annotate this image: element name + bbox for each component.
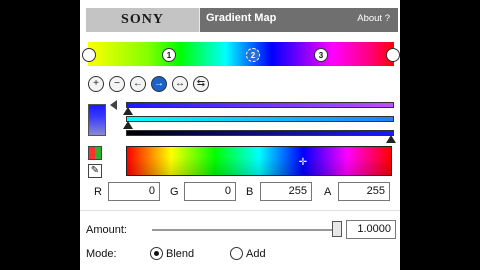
palette-icon[interactable] xyxy=(88,146,102,160)
red-label: R xyxy=(94,186,102,198)
gradient-stop-end-left[interactable] xyxy=(82,48,96,62)
hue-slider[interactable] xyxy=(126,102,394,108)
about-button[interactable]: About ? xyxy=(357,13,390,24)
value-slider[interactable] xyxy=(126,130,394,136)
saturation-slider[interactable] xyxy=(126,116,394,122)
value-slider-thumb[interactable] xyxy=(386,135,396,143)
eyedropper-icon[interactable]: ✎ xyxy=(88,164,102,178)
amount-slider[interactable] xyxy=(152,229,338,231)
hue-slider-thumb[interactable] xyxy=(123,107,133,115)
plugin-header: SONY Gradient Map About ? xyxy=(86,8,398,32)
gradient-stop-3[interactable]: 3 xyxy=(314,48,328,62)
amount-field[interactable]: 1.0000 xyxy=(346,220,396,239)
remove-stop-icon[interactable]: − xyxy=(109,76,125,92)
mode-blend-radio[interactable] xyxy=(150,247,163,260)
gradient-map-panel: SONY Gradient Map About ? 1 2 3 + − ← → … xyxy=(80,0,400,270)
gradient-bar[interactable]: 1 2 3 xyxy=(82,42,400,66)
gradient-stop-1[interactable]: 1 xyxy=(162,48,176,62)
gradient-stop-end-right[interactable] xyxy=(386,48,400,62)
color-swatch[interactable] xyxy=(88,104,106,136)
spectrum-crosshair-icon: ✛ xyxy=(298,157,308,168)
amount-label: Amount: xyxy=(86,224,127,236)
stop-toolbar: + − ← → ↔ ⇆ xyxy=(88,76,209,92)
alpha-field[interactable]: 255 xyxy=(338,182,390,201)
saturation-slider-thumb[interactable] xyxy=(123,121,133,129)
green-field[interactable]: 0 xyxy=(184,182,236,201)
mode-add-label: Add xyxy=(246,248,266,260)
mode-label: Mode: xyxy=(86,248,117,260)
reverse-icon[interactable]: ⇆ xyxy=(193,76,209,92)
blue-field[interactable]: 255 xyxy=(260,182,312,201)
green-label: G xyxy=(170,186,179,198)
move-right-icon[interactable]: → xyxy=(151,76,167,92)
red-field[interactable]: 0 xyxy=(108,182,160,201)
divider xyxy=(80,210,400,211)
sony-logo: SONY xyxy=(121,12,164,27)
swatch-marker-icon xyxy=(110,100,117,110)
color-spectrum[interactable] xyxy=(126,146,392,176)
effect-title: Gradient Map xyxy=(206,12,277,24)
mode-add-radio[interactable] xyxy=(230,247,243,260)
gradient-stop-2[interactable]: 2 xyxy=(246,48,260,62)
add-stop-icon[interactable]: + xyxy=(88,76,104,92)
spread-icon[interactable]: ↔ xyxy=(172,76,188,92)
alpha-label: A xyxy=(324,186,332,198)
mode-blend-label: Blend xyxy=(166,248,195,260)
amount-slider-thumb[interactable] xyxy=(332,221,342,237)
logo-box: SONY xyxy=(86,8,200,32)
move-left-icon[interactable]: ← xyxy=(130,76,146,92)
blue-label: B xyxy=(246,186,254,198)
